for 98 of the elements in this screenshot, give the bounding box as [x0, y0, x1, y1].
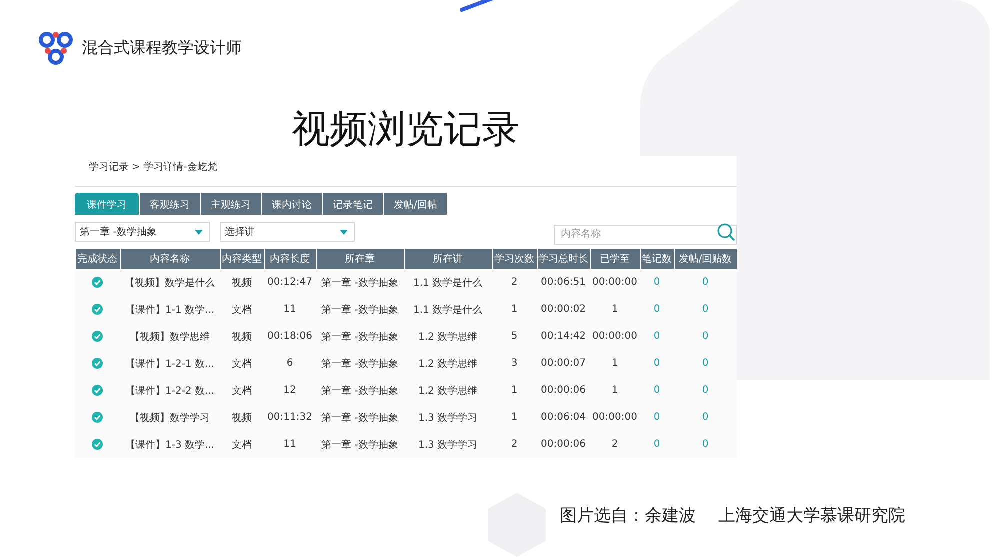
tab[interactable]: 主观练习: [201, 193, 261, 215]
table-cell: 1: [612, 304, 618, 315]
table-cell: 00:12:47: [268, 277, 312, 288]
table-cell: 文档: [232, 386, 252, 396]
count-link[interactable]: 0: [654, 277, 660, 288]
table-cell: 文档: [232, 304, 252, 316]
table-cell: 【视频】数学是什么: [125, 278, 215, 288]
count-link[interactable]: 0: [654, 304, 660, 315]
table-cell: 【视频】数学思维: [130, 332, 210, 342]
table-cell: 00:06:04: [541, 412, 586, 423]
count-link[interactable]: 0: [702, 385, 709, 396]
table-cell: 2: [612, 439, 618, 450]
table-cell: 2: [511, 439, 518, 450]
column-header: 发帖/回贴数: [674, 249, 737, 269]
count-link[interactable]: 0: [702, 412, 709, 423]
table-cell: 00:14:42: [541, 331, 586, 342]
table-cell: 12: [284, 385, 296, 396]
column-header: 笔记数: [640, 249, 674, 269]
column-header: 内容类型: [220, 249, 264, 269]
column-header: 学习总时长: [537, 249, 590, 269]
count-link[interactable]: 0: [702, 331, 709, 342]
table-cell: 第一章 -数学抽象: [322, 304, 398, 316]
table-cell: 00:00:06: [541, 439, 586, 450]
table-cell: 1.3 数学学习: [418, 412, 478, 424]
column-header: 内容名称: [120, 249, 220, 269]
column-header: 完成状态: [75, 249, 120, 269]
table-cell: 第一章 -数学抽象: [322, 386, 398, 396]
caret-icon: [195, 230, 203, 234]
table-cell: 1.3 数学学习: [418, 440, 478, 450]
table-cell: 00:00:02: [541, 304, 586, 315]
dropdown[interactable]: 第一章 -数学抽象: [75, 222, 210, 242]
table-cell: 【视频】数学学习: [130, 412, 210, 424]
count-link[interactable]: 0: [654, 439, 660, 450]
column-header: 已学至: [590, 249, 640, 269]
table-cell: 1: [612, 385, 618, 396]
count-link[interactable]: 0: [654, 385, 660, 396]
column-header: 内容长度: [264, 249, 316, 269]
tab[interactable]: 课内讨论: [262, 193, 322, 215]
table-cell: 1: [511, 412, 518, 423]
table-cell: 文档: [232, 440, 252, 450]
column-header: 学习次数: [492, 249, 537, 269]
search-field[interactable]: 内容名称: [554, 224, 737, 244]
tab[interactable]: 客观练习: [140, 193, 200, 215]
search-icon: [717, 223, 735, 241]
count-link[interactable]: 0: [654, 412, 660, 423]
table-cell: 3: [511, 358, 518, 369]
caption: 图片选自：余建波 上海交通大学慕课研究院: [560, 505, 906, 527]
table-cell: 第一章 -数学抽象: [322, 358, 398, 370]
slide-title: 视频浏览记录: [292, 106, 520, 152]
table-cell: 第一章 -数学抽象: [322, 332, 398, 342]
table-cell: 【课件】1-2-2 数...: [125, 386, 215, 396]
table-cell: 1.2 数学思维: [418, 358, 478, 370]
table-cell: 【课件】1-2-1 数...: [125, 358, 215, 370]
count-link[interactable]: 0: [702, 304, 709, 315]
table-cell: 00:00:00: [592, 277, 638, 288]
count-link[interactable]: 0: [654, 358, 660, 369]
table-cell: 1.1 数学是什么: [413, 304, 483, 316]
table-cell: 00:00:00: [592, 412, 638, 423]
table-cell: 11: [284, 439, 296, 450]
count-link[interactable]: 0: [702, 358, 709, 369]
table-cell: 第一章 -数学抽象: [322, 440, 398, 450]
table-cell: 00:06:51: [541, 277, 586, 288]
tab[interactable]: 记录笔记: [323, 193, 383, 215]
table-cell: 11: [284, 304, 296, 315]
tab[interactable]: 课件学习: [75, 193, 139, 215]
dropdown[interactable]: 选择讲: [220, 222, 355, 242]
brand-name: 混合式课程教学设计师: [82, 38, 242, 58]
table-cell: 00:18:06: [268, 331, 312, 342]
breadcrumb: 学习记录 > 学习详情-金屹梵: [88, 160, 218, 175]
table-cell: 1: [511, 385, 518, 396]
table-cell: 视频: [232, 278, 252, 288]
table-cell: 1.2 数学思维: [418, 332, 478, 342]
table-cell: 文档: [232, 358, 252, 370]
table-cell: 00:00:07: [541, 358, 586, 369]
logo-icon: [38, 30, 74, 66]
count-link[interactable]: 0: [702, 439, 709, 450]
count-link[interactable]: 0: [702, 277, 709, 288]
tab[interactable]: 发帖/回帖: [384, 193, 448, 215]
table-cell: 视频: [232, 412, 252, 424]
table-cell: 1: [612, 358, 618, 369]
table-cell: 【课件】1-1 数学...: [125, 304, 215, 316]
count-link[interactable]: 0: [654, 331, 660, 342]
table-cell: 00:00:00: [592, 331, 638, 342]
column-header: 所在讲: [404, 249, 492, 269]
table-cell: 2: [511, 277, 518, 288]
table-cell: 1.2 数学思维: [418, 386, 478, 396]
table-cell: 00:11:32: [268, 412, 312, 423]
column-header: 所在章: [316, 249, 404, 269]
table-cell: 1: [511, 304, 518, 315]
table-cell: 第一章 -数学抽象: [322, 412, 398, 424]
table-cell: 00:00:06: [541, 385, 586, 396]
table-cell: 视频: [232, 332, 252, 342]
table-cell: 【课件】1-3 数学...: [125, 440, 215, 450]
table-cell: 5: [511, 331, 518, 342]
table-cell: 6: [286, 358, 294, 369]
table-cell: 第一章 -数学抽象: [322, 278, 398, 288]
table-cell: 1.1 数学是什么: [413, 278, 483, 288]
caret-icon: [340, 230, 348, 234]
